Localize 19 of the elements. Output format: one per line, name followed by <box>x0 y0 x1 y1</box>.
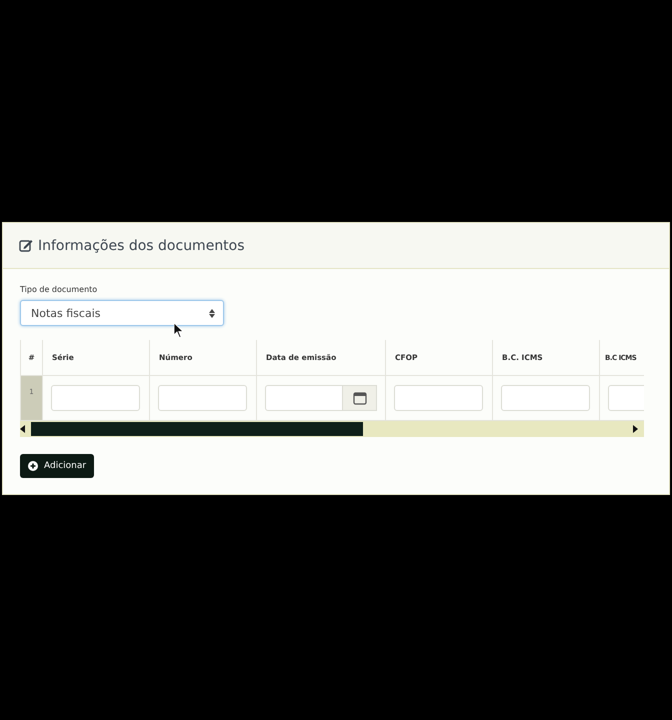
scrollbar-thumb[interactable] <box>31 422 363 436</box>
plus-circle-icon <box>28 461 38 471</box>
date-input-field[interactable] <box>265 385 343 411</box>
mouse-pointer-icon <box>174 323 184 339</box>
input-field[interactable] <box>394 385 483 411</box>
document-type-select[interactable]: Notas fiscais <box>20 300 224 326</box>
horizontal-scrollbar[interactable] <box>20 421 644 437</box>
edit-icon <box>19 239 33 252</box>
calendar-button[interactable] <box>343 385 377 411</box>
panel-title: Informações dos documentos <box>38 238 245 254</box>
add-button[interactable]: Adicionar <box>20 454 94 478</box>
input-field[interactable] <box>501 385 590 411</box>
calendar-icon <box>352 392 366 404</box>
input-field[interactable] <box>158 385 247 411</box>
sort-caret-icon <box>209 308 215 318</box>
scroll-left-icon[interactable] <box>20 425 25 433</box>
scroll-right-icon[interactable] <box>633 425 638 433</box>
input-field[interactable] <box>51 385 140 411</box>
field-label: Tipo de documento <box>20 285 98 294</box>
